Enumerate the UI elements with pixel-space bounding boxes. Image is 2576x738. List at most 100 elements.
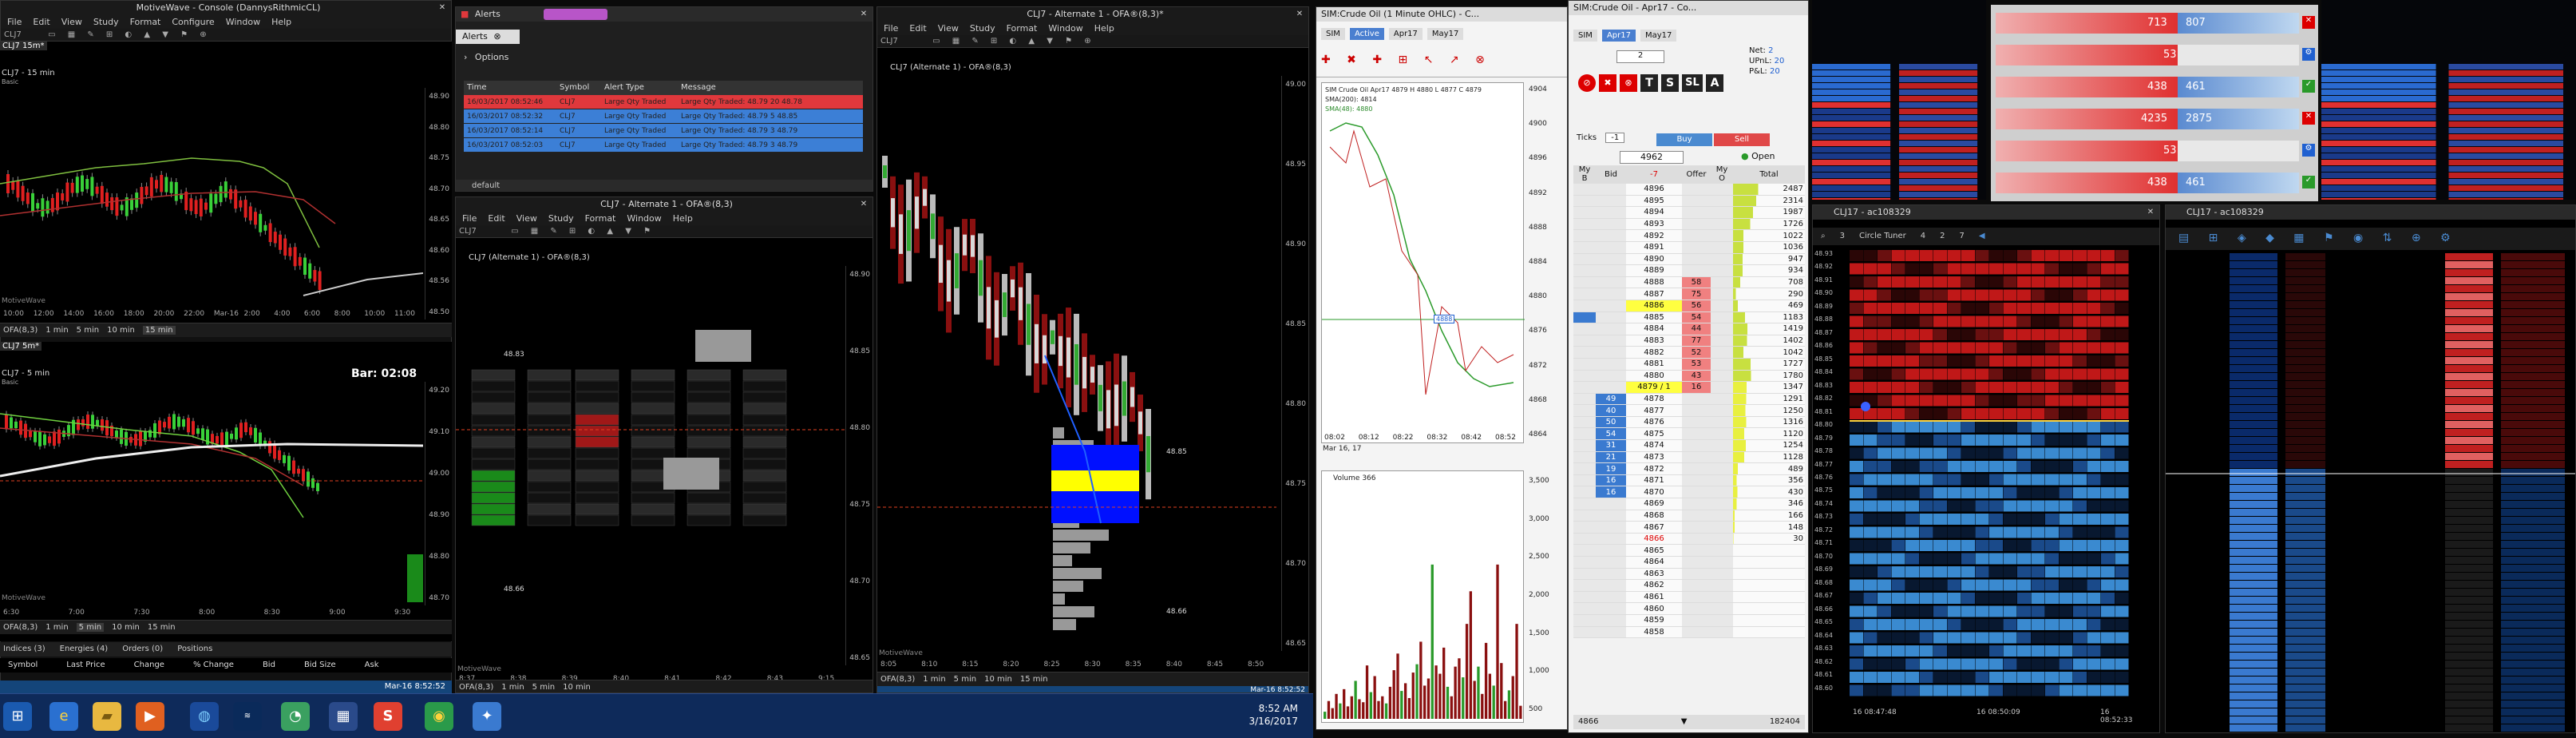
price-cell[interactable]: 4884 bbox=[1626, 323, 1682, 335]
top-ladder[interactable] bbox=[1812, 0, 1986, 204]
bid-cell[interactable] bbox=[1596, 544, 1626, 557]
offer-cell[interactable] bbox=[1682, 218, 1711, 231]
bid-cell[interactable] bbox=[1596, 381, 1626, 394]
price-cell[interactable]: 4862 bbox=[1626, 579, 1682, 592]
heatmap-val-2[interactable]: 4 bbox=[1921, 228, 1925, 245]
ie-icon[interactable]: e bbox=[49, 702, 78, 731]
col-offer[interactable]: Offer bbox=[1682, 165, 1711, 184]
alert-row[interactable]: 16/03/2017 08:52:14 CLJ7 Large Qty Traded L… bbox=[464, 124, 863, 138]
dom-row[interactable]: 4858 bbox=[1573, 626, 1805, 639]
menu-file[interactable]: File bbox=[884, 22, 898, 35]
my-offer-cell[interactable] bbox=[1711, 474, 1733, 487]
bid-cell[interactable]: 40 bbox=[1596, 404, 1626, 417]
my-offer-cell[interactable] bbox=[1711, 427, 1733, 441]
bid-cell[interactable] bbox=[1596, 370, 1626, 383]
chart-15min-canvas[interactable] bbox=[0, 88, 423, 319]
globe-icon[interactable]: ◍ bbox=[190, 702, 219, 731]
menu-study[interactable]: Study bbox=[548, 212, 574, 225]
my-offer-cell[interactable] bbox=[1711, 323, 1733, 335]
dom-row[interactable]: 4888 58 708 bbox=[1573, 276, 1805, 289]
settings-icon[interactable]: ⚙ bbox=[2302, 144, 2315, 157]
offer-cell[interactable]: 16 bbox=[1682, 381, 1711, 394]
close-icon[interactable]: ✕ bbox=[858, 199, 869, 210]
bid-cell[interactable] bbox=[1596, 626, 1626, 639]
menu-file[interactable]: File bbox=[462, 212, 477, 225]
price-cell[interactable]: 4892 bbox=[1626, 229, 1682, 242]
price-cell[interactable]: 4883 bbox=[1626, 335, 1682, 347]
offer-cell[interactable] bbox=[1682, 462, 1711, 475]
tab-positions[interactable]: Positions bbox=[177, 642, 212, 657]
my-bid-cell[interactable] bbox=[1573, 335, 1596, 347]
my-bid-cell[interactable] bbox=[1573, 439, 1596, 452]
col-message[interactable]: Message bbox=[681, 81, 716, 95]
dom-row[interactable]: 4881 53 1727 bbox=[1573, 358, 1805, 371]
offer-cell[interactable] bbox=[1682, 544, 1711, 557]
bid-cell[interactable]: 16 bbox=[1596, 486, 1626, 499]
close-icon[interactable]: ⊗ bbox=[493, 31, 501, 42]
dom-row[interactable]: 16 4870 430 bbox=[1573, 486, 1805, 499]
my-offer-cell[interactable] bbox=[1711, 183, 1733, 196]
timeframe-0[interactable]: OFA(8,3) bbox=[880, 675, 915, 684]
symbol-field[interactable]: CLJ7 bbox=[4, 30, 22, 39]
my-bid-cell[interactable] bbox=[1573, 241, 1596, 254]
my-offer-cell[interactable] bbox=[1711, 393, 1733, 406]
dom-tab-sim[interactable]: SIM bbox=[1573, 29, 1597, 42]
menu-format[interactable]: Format bbox=[1007, 22, 1038, 35]
ohlc-canvas[interactable] bbox=[1322, 83, 1525, 444]
offer-cell[interactable] bbox=[1682, 498, 1711, 510]
offer-cell[interactable] bbox=[1682, 195, 1711, 208]
price-cell[interactable]: 4890 bbox=[1626, 253, 1682, 266]
settings-icon[interactable]: ⚙ bbox=[2302, 48, 2315, 61]
timeframe-2[interactable]: 5 min bbox=[76, 623, 105, 632]
bid-cell[interactable] bbox=[1596, 311, 1626, 324]
my-bid-cell[interactable] bbox=[1573, 206, 1596, 219]
my-bid-cell[interactable] bbox=[1573, 311, 1596, 324]
my-bid-cell[interactable] bbox=[1573, 229, 1596, 242]
bid-cell[interactable] bbox=[1596, 288, 1626, 300]
my-bid-cell[interactable] bbox=[1573, 404, 1596, 417]
timeframe-1[interactable]: 1 min bbox=[923, 675, 945, 684]
alert-row[interactable]: 16/03/2017 08:52:03 CLJ7 Large Qty Traded L… bbox=[464, 138, 863, 153]
close-icon[interactable]: ✕ bbox=[1294, 9, 1305, 20]
dom-buy-button[interactable]: Buy bbox=[1656, 133, 1712, 146]
bid-cell[interactable]: 21 bbox=[1596, 451, 1626, 464]
offer-cell[interactable] bbox=[1682, 253, 1711, 266]
price-cell[interactable]: 4893 bbox=[1626, 218, 1682, 231]
timeframe-4[interactable]: 15 min bbox=[142, 326, 176, 335]
my-bid-cell[interactable] bbox=[1573, 544, 1596, 557]
timeframe-3[interactable]: 10 min bbox=[107, 326, 135, 335]
top-ladder-canvas[interactable] bbox=[1812, 0, 1986, 204]
dom-row[interactable]: 4890 947 bbox=[1573, 253, 1805, 266]
bid-cell[interactable] bbox=[1596, 498, 1626, 510]
offer-cell[interactable]: 43 bbox=[1682, 370, 1711, 383]
alerts-footer[interactable]: default bbox=[456, 180, 873, 191]
offer-cell[interactable]: 56 bbox=[1682, 300, 1711, 312]
price-cell[interactable]: 4885 bbox=[1626, 311, 1682, 324]
ladder2-toolbar[interactable]: ▤ ⊞ ◈ ◆ ▦ ⚑ ◉ ⇅ ⊕ ⚙ bbox=[2166, 228, 2575, 250]
s-app-icon[interactable]: S bbox=[374, 702, 402, 731]
heatmap-canvas[interactable] bbox=[1850, 250, 2129, 705]
dom-tab-apr17[interactable]: Apr17 bbox=[1601, 29, 1636, 42]
chevron-down-icon[interactable]: ▼ bbox=[1681, 715, 1688, 729]
offer-cell[interactable] bbox=[1682, 474, 1711, 487]
my-bid-cell[interactable] bbox=[1573, 264, 1596, 277]
my-bid-cell[interactable] bbox=[1573, 288, 1596, 300]
my-bid-cell[interactable] bbox=[1573, 381, 1596, 394]
ohlc-price-pane[interactable]: SIM Crude Oil Apr17 4879 H 4880 L 4877 C… bbox=[1321, 82, 1525, 444]
price-cell[interactable]: 4889 bbox=[1626, 264, 1682, 277]
my-bid-cell[interactable] bbox=[1573, 346, 1596, 359]
timeframe-1[interactable]: 1 min bbox=[46, 623, 68, 632]
my-offer-cell[interactable] bbox=[1711, 521, 1733, 534]
my-offer-cell[interactable] bbox=[1711, 486, 1733, 499]
puzzle-icon[interactable]: ✦ bbox=[473, 702, 501, 731]
bid-cell[interactable] bbox=[1596, 591, 1626, 604]
price-cell[interactable]: 4871 bbox=[1626, 474, 1682, 487]
my-bid-cell[interactable] bbox=[1573, 556, 1596, 569]
my-offer-cell[interactable] bbox=[1711, 544, 1733, 557]
toolbar-icons[interactable]: ▭ ▦ ✎ ⊞ ◐ ▲ ▼ ⚑ ⊕ bbox=[932, 37, 1096, 46]
dom-row[interactable]: 4884 44 1419 bbox=[1573, 323, 1805, 335]
price-cell[interactable]: 4882 bbox=[1626, 346, 1682, 359]
my-bid-cell[interactable] bbox=[1573, 462, 1596, 475]
my-bid-cell[interactable] bbox=[1573, 591, 1596, 604]
price-cell[interactable]: 4878 bbox=[1626, 393, 1682, 406]
